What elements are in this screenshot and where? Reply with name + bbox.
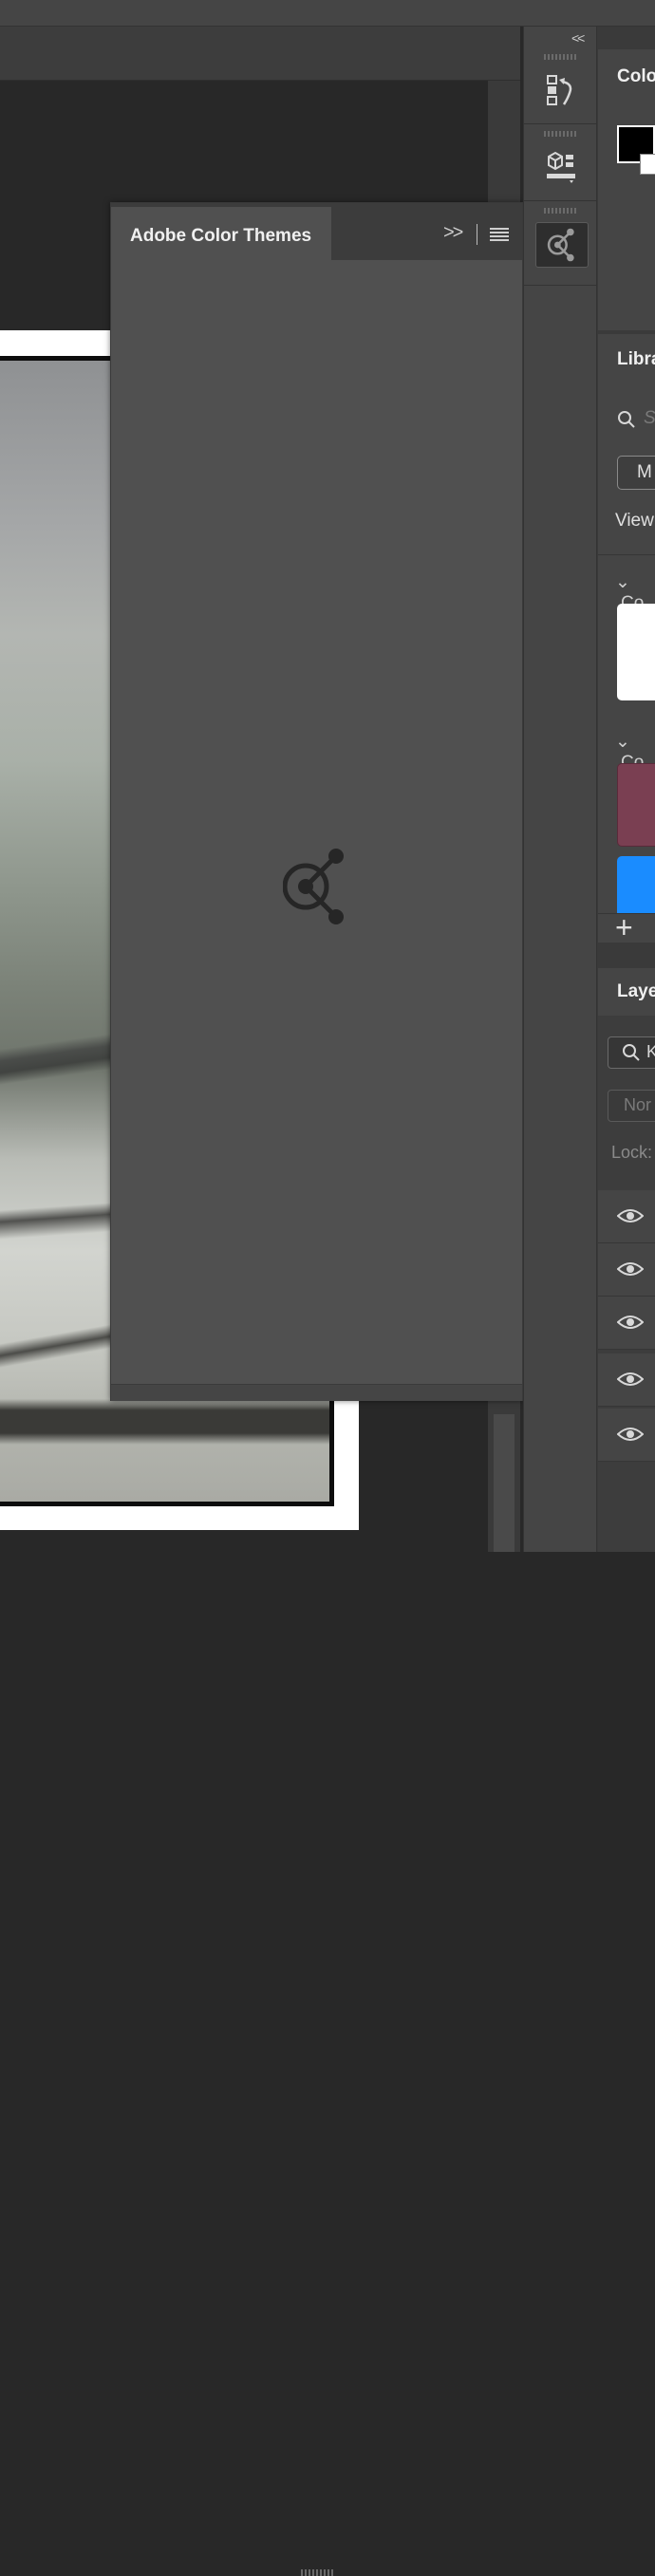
3d-icon[interactable]: [541, 149, 579, 187]
panel-menu-icon[interactable]: [490, 228, 509, 241]
add-content-icon[interactable]: +: [615, 910, 633, 945]
dock-group-history: [524, 47, 596, 124]
layers-panel-title: Laye: [617, 981, 655, 1001]
chevron-down-icon: ⌄: [615, 572, 630, 592]
adobe-color-themes-icon: [283, 849, 344, 924]
divider: [598, 554, 655, 555]
color-panel-title: Colo: [617, 66, 655, 86]
app-top-bar: [0, 0, 655, 27]
visibility-eye-icon[interactable]: [617, 1315, 644, 1330]
visibility-eye-icon[interactable]: [617, 1208, 644, 1223]
dock-grip[interactable]: [544, 208, 578, 214]
libraries-footer: +: [598, 910, 655, 945]
expand-panels-button[interactable]: <<: [571, 30, 585, 46]
library-swatch-white[interactable]: [617, 604, 655, 700]
layer-filter-kind: K: [646, 1042, 655, 1061]
libraries-panel-title: Libra: [617, 349, 655, 369]
layer-row[interactable]: [598, 1409, 655, 1462]
search-icon: [618, 411, 635, 428]
layer-row[interactable]: [598, 1353, 655, 1407]
dock-group-3d: [524, 124, 596, 201]
layer-row[interactable]: [598, 1190, 655, 1243]
adobe-color-themes-icon: [547, 228, 574, 262]
panel-header: Adobe Color Themes >>: [111, 203, 522, 260]
library-select-dropdown[interactable]: M: [617, 456, 655, 490]
visibility-eye-icon[interactable]: [617, 1427, 644, 1442]
panel-tab[interactable]: Adobe Color Themes: [111, 207, 331, 260]
search-icon: [623, 1044, 640, 1061]
background-color-swatch[interactable]: [640, 154, 655, 175]
right-panels: Colo Libra S M View ⌄ Co ⌄ Co +: [597, 27, 655, 1552]
layer-filter-input[interactable]: K: [608, 1036, 655, 1069]
chevron-down-icon: ⌄: [615, 732, 630, 752]
panel-content: [111, 260, 522, 1380]
blend-mode-value: Nor: [624, 1095, 652, 1114]
libraries-search-input[interactable]: S: [644, 408, 655, 429]
libraries-panel: Libra S M View ⌄ Co ⌄ Co +: [598, 334, 655, 945]
history-icon[interactable]: [541, 72, 579, 110]
library-select-value: M: [637, 462, 652, 482]
library-swatch-blue[interactable]: [617, 856, 655, 915]
blend-mode-select[interactable]: Nor: [608, 1090, 655, 1122]
layer-row[interactable]: [598, 1297, 655, 1350]
library-swatch-maroon[interactable]: [617, 763, 655, 847]
lock-label: Lock:: [611, 1143, 653, 1162]
active-dock-button[interactable]: [535, 222, 589, 268]
scrollbar-thumb[interactable]: [494, 1414, 515, 1552]
document-tab-bar: [0, 27, 520, 81]
visibility-eye-icon[interactable]: [617, 1261, 644, 1277]
panel-dock: <<: [523, 27, 597, 1552]
collapse-to-icons-button[interactable]: >>: [443, 222, 463, 244]
resize-grip[interactable]: [301, 2569, 335, 2576]
view-by-label: View: [615, 511, 654, 531]
panel-title: Adobe Color Themes: [130, 226, 312, 246]
panel-footer: [111, 1384, 522, 2576]
dock-grip[interactable]: [544, 131, 578, 137]
adobe-color-themes-panel: Adobe Color Themes >>: [110, 202, 523, 2576]
color-panel: Colo: [598, 49, 655, 330]
dock-grip[interactable]: [544, 54, 578, 60]
layer-row[interactable]: [598, 1243, 655, 1297]
visibility-eye-icon[interactable]: [617, 1372, 644, 1387]
layers-header: Laye: [598, 968, 655, 1016]
dock-group-color-themes: [524, 201, 596, 286]
